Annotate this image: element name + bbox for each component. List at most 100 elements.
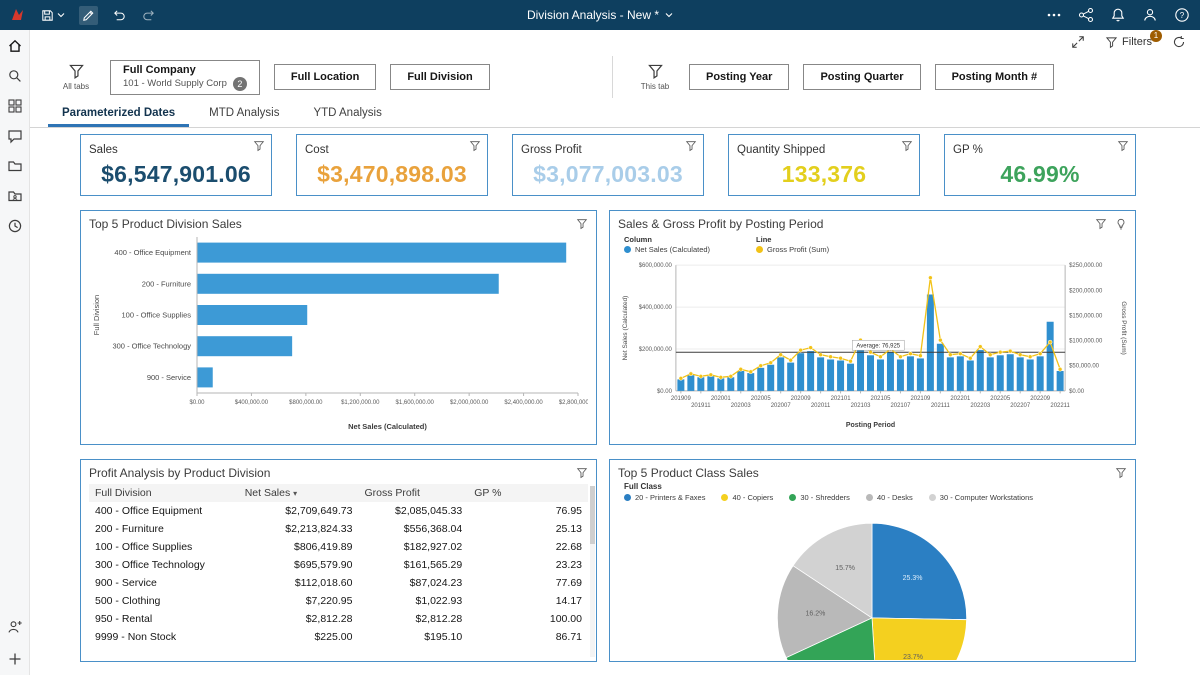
column-202103[interactable] — [857, 343, 865, 391]
bar-400 - Office Equipment[interactable] — [197, 242, 567, 263]
table-row[interactable]: 500 - Clothing $7,220.95 $1,022.93 14.17 — [89, 592, 588, 610]
filter-funnel-icon[interactable] — [469, 140, 481, 152]
table-row[interactable]: 200 - Furniture $2,213,824.33 $556,368.04 2… — [89, 520, 588, 538]
marker-202209[interactable] — [1037, 351, 1043, 356]
marker-202110[interactable] — [928, 275, 933, 280]
filter-funnel-icon[interactable] — [1117, 140, 1129, 152]
bar-300 - Office Technology[interactable] — [197, 336, 293, 357]
marker-202210[interactable] — [1047, 339, 1053, 345]
tab-mtd-analysis[interactable]: MTD Analysis — [195, 103, 293, 127]
table-row[interactable]: 9999 - Non Stock $225.00 $195.10 86.71 — [89, 628, 588, 646]
column-202005[interactable] — [757, 367, 765, 391]
column-header[interactable]: GP % — [468, 484, 588, 502]
undo-button[interactable] — [112, 8, 127, 23]
column-202111[interactable] — [936, 343, 944, 391]
filter-chip-full-division[interactable]: Full Division — [390, 64, 490, 90]
kpi-card-sales[interactable]: Sales $6,547,901.06 — [80, 134, 272, 196]
insights-lightbulb-icon[interactable] — [1115, 218, 1127, 230]
column-202211[interactable] — [1056, 370, 1064, 391]
column-202109[interactable] — [916, 358, 924, 391]
table-row[interactable]: 900 - Service $112,018.60 $87,024.23 77.69 — [89, 574, 588, 592]
column-201911[interactable] — [697, 377, 705, 391]
column-202102[interactable] — [847, 363, 855, 391]
home-icon[interactable] — [7, 38, 23, 54]
column-header-sorted[interactable]: Net Sales ▾ — [238, 484, 359, 502]
marker-202105[interactable] — [878, 354, 883, 359]
column-201912[interactable] — [707, 376, 715, 391]
table-row[interactable]: 400 - Office Equipment $2,709,649.73 $2,08… — [89, 502, 588, 520]
marker-202207[interactable] — [1017, 352, 1023, 357]
legend-item-desks[interactable]: 40 - Desks — [865, 493, 913, 502]
notifications-bell-icon[interactable] — [1110, 7, 1126, 23]
marker-202112[interactable] — [948, 352, 953, 357]
filters-button[interactable]: Filters 1 — [1105, 29, 1162, 49]
new-plus-icon[interactable] — [7, 651, 23, 667]
marker-202201[interactable] — [958, 351, 963, 356]
marker-202007[interactable] — [778, 352, 783, 357]
tab-parameterized-dates[interactable]: Parameterized Dates — [48, 103, 190, 127]
account-person-icon[interactable] — [1142, 7, 1158, 23]
filter-funnel-icon[interactable] — [901, 140, 913, 152]
legend-item-gross-profit[interactable]: Gross Profit (Sum) — [756, 245, 829, 254]
pie-slice-20 - Printers & Faxes[interactable] — [871, 523, 968, 621]
marker-202204[interactable] — [988, 352, 993, 357]
marker-202211[interactable] — [1057, 367, 1063, 372]
more-options-icon[interactable] — [1046, 7, 1062, 23]
tab-ytd-analysis[interactable]: YTD Analysis — [299, 103, 395, 127]
kpi-card-gp-percent[interactable]: GP % 46.99% — [944, 134, 1136, 196]
column-202010[interactable] — [807, 351, 815, 391]
marker-201909[interactable] — [678, 376, 684, 381]
marker-202109[interactable] — [918, 353, 923, 358]
marker-202205[interactable] — [998, 349, 1003, 355]
manage-people-icon[interactable] — [7, 619, 23, 635]
column-202011[interactable] — [817, 357, 825, 391]
column-202009[interactable] — [797, 353, 805, 391]
column-202203[interactable] — [976, 350, 984, 391]
marker-202012[interactable] — [828, 354, 833, 359]
column-202106[interactable] — [886, 352, 894, 391]
marker-202010[interactable] — [808, 345, 813, 350]
column-header[interactable]: Gross Profit — [358, 484, 469, 502]
bar-200 - Furniture[interactable] — [197, 273, 499, 294]
column-header[interactable]: Full Division — [89, 484, 239, 502]
legend-item-shredders[interactable]: 30 - Shredders — [789, 493, 850, 502]
filter-chip-posting-month[interactable]: Posting Month # — [934, 64, 1055, 90]
marker-201910[interactable] — [688, 371, 694, 377]
column-202205[interactable] — [996, 355, 1004, 391]
legend-item-printers-faxes[interactable]: 20 - Printers & Faxes — [624, 493, 705, 502]
filter-chip-posting-year[interactable]: Posting Year — [689, 64, 790, 90]
my-content-folder-icon[interactable] — [7, 158, 23, 174]
refresh-icon[interactable] — [1172, 35, 1186, 49]
filter-chip-full-location[interactable]: Full Location — [273, 64, 377, 90]
marker-202203[interactable] — [978, 344, 983, 349]
marker-202008[interactable] — [788, 357, 793, 363]
column-202107[interactable] — [896, 359, 904, 391]
column-202008[interactable] — [787, 362, 795, 391]
share-icon[interactable] — [1078, 7, 1094, 23]
bar-100 - Office Supplies[interactable] — [197, 305, 308, 325]
help-icon[interactable]: ? — [1174, 7, 1190, 23]
marker-202101[interactable] — [838, 355, 843, 361]
marker-202104[interactable] — [868, 349, 873, 355]
filter-funnel-icon[interactable] — [1095, 218, 1107, 230]
marker-202011[interactable] — [818, 352, 823, 357]
table-scrollbar[interactable] — [590, 486, 595, 657]
filter-chip-full-company[interactable]: Full Company 101 - World Supply Corp 2 — [110, 59, 260, 95]
marker-202102[interactable] — [848, 358, 853, 364]
filter-funnel-icon[interactable] — [576, 218, 588, 230]
column-202006[interactable] — [767, 364, 775, 391]
save-button[interactable] — [40, 8, 65, 23]
recent-clock-icon[interactable] — [7, 218, 23, 234]
filter-funnel-icon[interactable] — [253, 140, 265, 152]
kpi-card-cost[interactable]: Cost $3,470,898.03 — [296, 134, 488, 196]
marker-202005[interactable] — [758, 363, 763, 369]
all-tabs-filter-group[interactable]: All tabs — [56, 63, 96, 91]
marker-202108[interactable] — [908, 351, 913, 356]
marker-202001[interactable] — [718, 375, 724, 380]
marker-202004[interactable] — [748, 369, 753, 375]
legend-item-copiers[interactable]: 40 - Copiers — [721, 493, 773, 502]
table-row[interactable]: 300 - Office Technology $695,579.90 $161,5… — [89, 556, 588, 574]
column-202208[interactable] — [1026, 359, 1034, 391]
column-202105[interactable] — [876, 359, 884, 391]
marker-202002[interactable] — [728, 374, 734, 379]
